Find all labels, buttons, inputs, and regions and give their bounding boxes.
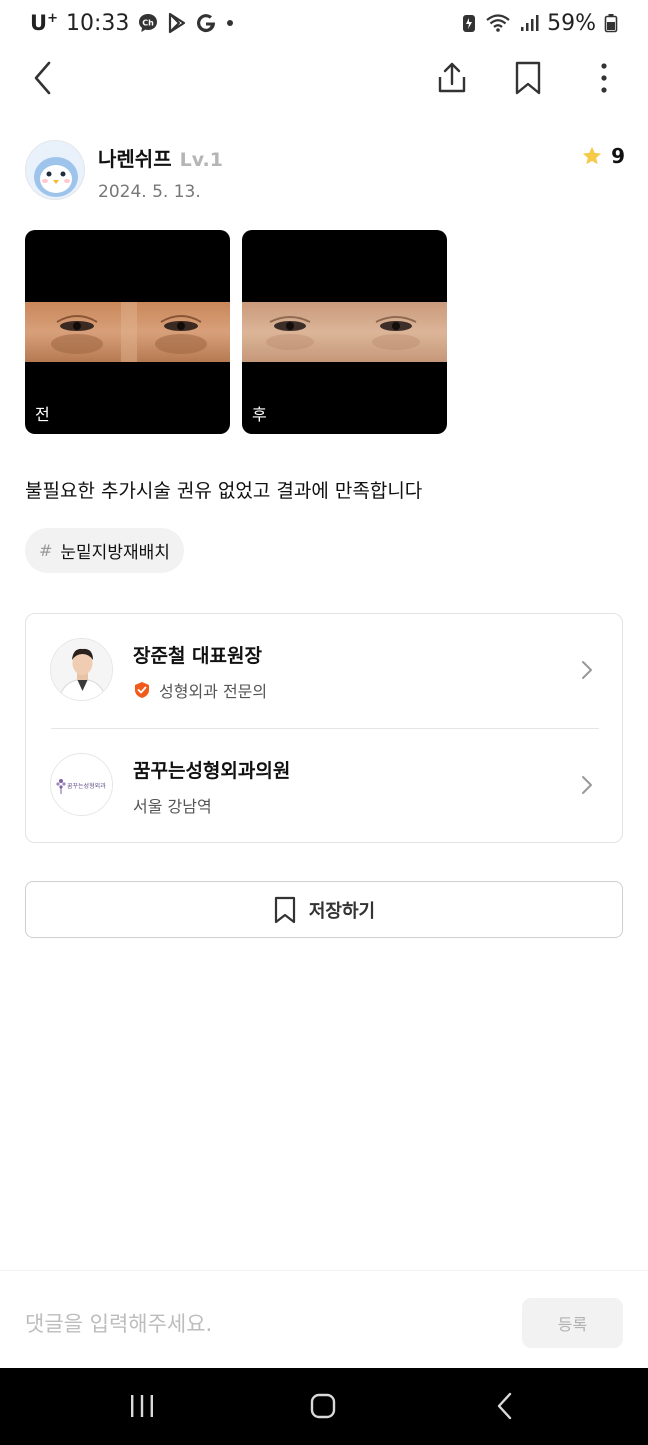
- verified-badge-icon: [135, 682, 149, 698]
- before-photo[interactable]: 전: [25, 230, 230, 434]
- back-arrow-icon: [34, 61, 51, 95]
- doctor-clinic-card: 장준철 대표원장 성형외과 전문의 꿈꾸는성형외과 꿈꾸는성형외과의원 서울 강…: [25, 613, 623, 843]
- dot-icon: [225, 18, 235, 28]
- save-button[interactable]: 저장하기: [25, 881, 623, 938]
- comment-input[interactable]: [25, 1304, 495, 1344]
- recent-apps-button[interactable]: [112, 1382, 172, 1430]
- doctor-row[interactable]: 장준철 대표원장 성형외과 전문의: [26, 614, 622, 728]
- author-name[interactable]: 나렌쉬프: [98, 143, 172, 172]
- share-button[interactable]: [430, 56, 474, 100]
- penguin-avatar-icon[interactable]: [25, 140, 85, 200]
- recent-apps-icon: [131, 1395, 153, 1417]
- comment-bar: 등록: [0, 1270, 648, 1368]
- rating-value: 9: [611, 144, 625, 168]
- battery-saver-icon: [461, 12, 477, 34]
- author-header: 나렌쉬프 Lv.1 2024. 5. 13. 9: [25, 140, 625, 204]
- share-icon: [438, 62, 466, 93]
- post-date: 2024. 5. 13.: [98, 182, 201, 202]
- review-text: 불필요한 추가시술 권유 없었고 결과에 만족합니다: [25, 480, 423, 502]
- top-nav: [0, 48, 648, 108]
- author-name-row: 나렌쉬프 Lv.1: [98, 143, 223, 172]
- after-label: 후: [252, 405, 267, 424]
- carrier-sup: +: [47, 11, 58, 26]
- hash-icon: #: [39, 541, 53, 560]
- eyes-image: [25, 302, 230, 362]
- eyes-image: [242, 302, 447, 362]
- play-store-icon: [167, 12, 187, 34]
- clinic-name: 꿈꾸는성형외과의원: [133, 760, 291, 782]
- status-left: U+ 10:33 Ch: [30, 11, 235, 36]
- svg-text:Ch: Ch: [143, 19, 155, 28]
- doctor-avatar: [50, 638, 113, 701]
- carrier-label: U+: [30, 11, 58, 35]
- back-button[interactable]: [21, 56, 65, 100]
- chevron-right-icon: [582, 661, 592, 679]
- battery-percent: 59%: [547, 10, 596, 36]
- bookmark-icon: [515, 61, 541, 95]
- carrier-name: U: [30, 11, 48, 35]
- system-back-icon: [497, 1392, 512, 1420]
- system-nav-bar: [0, 1368, 648, 1445]
- more-vertical-icon: [601, 63, 607, 93]
- clock: 10:33: [65, 10, 130, 36]
- rating: 9: [581, 144, 625, 168]
- submit-button[interactable]: 등록: [522, 1298, 623, 1348]
- procedure-tag[interactable]: # 눈밑지방재배치: [25, 528, 184, 573]
- home-icon: [310, 1393, 336, 1419]
- system-back-button[interactable]: [475, 1382, 535, 1430]
- clinic-location-row: 서울 강남역: [133, 793, 212, 817]
- battery-icon: [604, 12, 618, 34]
- after-photo[interactable]: 후: [242, 230, 447, 434]
- author-level: Lv.1: [179, 149, 223, 171]
- status-right: 59%: [461, 11, 618, 36]
- bookmark-icon: [274, 896, 295, 923]
- home-button[interactable]: [293, 1382, 353, 1430]
- tag-label: 눈밑지방재배치: [60, 543, 170, 563]
- wifi-icon: [485, 12, 511, 34]
- doctor-name: 장준철 대표원장: [133, 645, 262, 667]
- clinic-location: 서울 강남역: [133, 797, 212, 816]
- status-bar: U+ 10:33 Ch 59%: [0, 0, 648, 46]
- clinic-row[interactable]: 꿈꾸는성형외과 꿈꾸는성형외과의원 서울 강남역: [26, 729, 622, 843]
- doctor-specialty-row: 성형외과 전문의: [133, 678, 267, 702]
- doctor-specialty: 성형외과 전문의: [159, 682, 268, 701]
- star-icon: [582, 146, 602, 165]
- clinic-logo-text: 꿈꾸는성형외과: [67, 782, 106, 790]
- save-button-label: 저장하기: [308, 900, 376, 922]
- signal-icon: [519, 12, 539, 34]
- chevron-right-icon: [582, 776, 592, 794]
- bookmark-button[interactable]: [506, 56, 550, 100]
- chat-ch-icon: Ch: [137, 12, 159, 34]
- more-button[interactable]: [582, 56, 626, 100]
- before-label: 전: [35, 405, 50, 424]
- clinic-logo: 꿈꾸는성형외과: [50, 753, 113, 816]
- google-icon: [195, 12, 217, 34]
